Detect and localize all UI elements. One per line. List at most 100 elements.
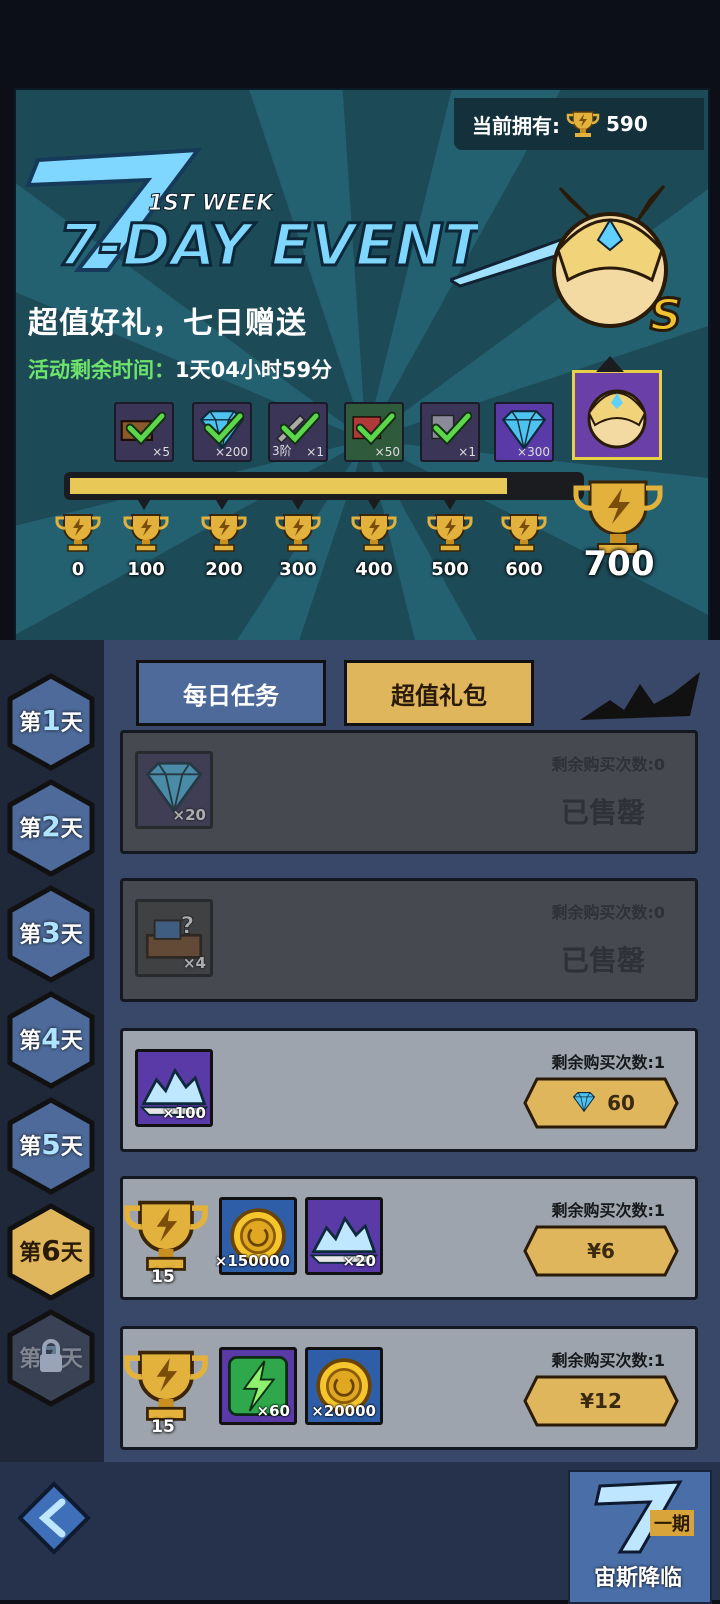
milestone-300: 300 [268, 512, 328, 580]
remaining-purchases: 剩余购买次数:1 [551, 1201, 665, 1220]
item-qty: ×20 [342, 1252, 376, 1270]
final-milestone-value: 700 [583, 544, 655, 584]
day-tab-1[interactable]: 第1天 [6, 672, 96, 772]
day-number: 2 [41, 810, 61, 843]
trophy-icon [351, 514, 397, 552]
pack-item[interactable]: ×150000 [215, 1197, 297, 1275]
remaining-purchases: 剩余购买次数:0 [551, 755, 665, 774]
milestone-400: 400 [344, 512, 404, 580]
pack-item[interactable]: ×60 [219, 1347, 297, 1425]
back-arrow-icon[interactable] [14, 1478, 94, 1558]
reward-qty: ×1 [306, 445, 324, 459]
pack-trophy-value: 15 [151, 1267, 175, 1287]
item-qty: ×4 [182, 954, 206, 972]
day-suffix: 天 [60, 1029, 83, 1054]
timer-value: 1天04小时59分 [175, 358, 333, 382]
pack-item[interactable]: ×20000 [305, 1347, 383, 1425]
day-label: 第3天 [6, 916, 96, 949]
trophy-icon [124, 1350, 208, 1421]
pack-item[interactable]: ×100 [135, 1049, 213, 1127]
reward-qty: ×300 [517, 445, 550, 459]
pack-card: 剩余购买次数:1 15 ×60 ×20000 ¥12 [120, 1326, 698, 1450]
remaining-purchases: 剩余购买次数:0 [551, 903, 665, 922]
day-number: 3 [41, 916, 61, 949]
bat-wing-decor [580, 672, 700, 720]
day-number: 4 [41, 1022, 61, 1055]
milestone-value: 600 [505, 559, 543, 580]
sold-out-label: 已售罄 [560, 944, 645, 977]
day-tab-4[interactable]: 第4天 [6, 990, 96, 1090]
trophy-icon [275, 514, 321, 552]
check-icon [280, 411, 320, 446]
progress-tick [444, 500, 456, 510]
day-prefix: 第 [19, 711, 42, 736]
trophy-icon [124, 1200, 208, 1271]
day-prefix: 第 [19, 1029, 42, 1054]
reward-card[interactable]: ×50 [344, 402, 404, 462]
pack-trophy: 15 [123, 1197, 213, 1287]
day-prefix: 第 [19, 1241, 42, 1266]
progress-tick [138, 500, 150, 510]
tab-daily-tasks[interactable]: 每日任务 [136, 660, 326, 726]
day-prefix: 第 [19, 817, 42, 842]
reward-card[interactable]: 3阶 ×1 [268, 402, 328, 462]
trophy-icon [55, 514, 101, 552]
day-number: 1 [41, 704, 61, 737]
item-qty: ×60 [256, 1402, 290, 1420]
day-tab-3[interactable]: 第3天 [6, 884, 96, 984]
milestone-value: 300 [279, 559, 317, 580]
pack-trophy-value: 15 [151, 1417, 175, 1437]
trophy-icon [566, 111, 600, 137]
reward-card[interactable]: ×200 [192, 402, 252, 462]
milestone-value: 500 [431, 559, 469, 580]
day-tab-6[interactable]: 第6天 [6, 1202, 96, 1302]
reward-tier: 3阶 [272, 444, 292, 458]
reward-card[interactable]: ×300 [494, 402, 554, 462]
milestone-200: 200 [194, 512, 254, 580]
event-timer: 活动剩余时间：1天04小时59分 [28, 354, 332, 384]
reward-qty: ×1 [458, 445, 476, 459]
buy-button[interactable]: 60 [523, 1077, 679, 1129]
pack-card: 剩余购买次数:0 ×20 已售罄 [120, 730, 698, 854]
event-name-label: 7-DAY EVENT [58, 211, 478, 279]
milestone-100: 100 [116, 512, 176, 580]
hero-rank: S [650, 290, 682, 341]
milestone-0: 0 [48, 512, 108, 580]
final-pointer [596, 356, 624, 372]
day-tab-5[interactable]: 第5天 [6, 1096, 96, 1196]
svg-text:?: ? [180, 911, 194, 939]
day-prefix: 第 [19, 923, 42, 948]
check-icon [204, 411, 244, 446]
final-reward-hero-card[interactable] [572, 370, 662, 460]
lock-icon [36, 1338, 66, 1378]
buy-button[interactable]: ¥6 [523, 1225, 679, 1277]
item-qty: ×100 [162, 1104, 206, 1122]
pack-item[interactable]: ×20 [135, 751, 213, 829]
day-suffix: 天 [60, 923, 83, 948]
day-prefix: 第 [19, 1135, 42, 1160]
day-tab-7[interactable]: 第7天 [6, 1308, 96, 1408]
price-value: ¥6 [587, 1239, 615, 1263]
reward-card[interactable]: ×1 [420, 402, 480, 462]
pack-item[interactable]: ? ×4 [135, 899, 213, 977]
pack-card: 剩余购买次数:1 15 ×150000 ×20 ¥6 [120, 1176, 698, 1300]
buy-button[interactable]: ¥12 [523, 1375, 679, 1427]
owned-label: 当前拥有: [472, 113, 560, 138]
trophy-icon [123, 514, 169, 552]
check-icon [356, 411, 396, 446]
day-suffix: 天 [60, 817, 83, 842]
tab-value-pack[interactable]: 超值礼包 [344, 660, 534, 726]
day-suffix: 天 [60, 711, 83, 736]
reward-qty: ×5 [152, 445, 170, 459]
day-number: 5 [41, 1128, 61, 1161]
reward-qty: ×50 [374, 445, 400, 459]
zeus-badge: 一期 [650, 1510, 694, 1536]
remaining-purchases: 剩余购买次数:1 [551, 1351, 665, 1370]
day-tab-2[interactable]: 第2天 [6, 778, 96, 878]
day-label: 第5天 [6, 1128, 96, 1161]
tab-pack-label: 超值礼包 [391, 681, 487, 710]
day-label: 第2天 [6, 810, 96, 843]
pack-item[interactable]: ×20 [305, 1197, 383, 1275]
reward-card[interactable]: ×5 [114, 402, 174, 462]
day-label: 第4天 [6, 1022, 96, 1055]
